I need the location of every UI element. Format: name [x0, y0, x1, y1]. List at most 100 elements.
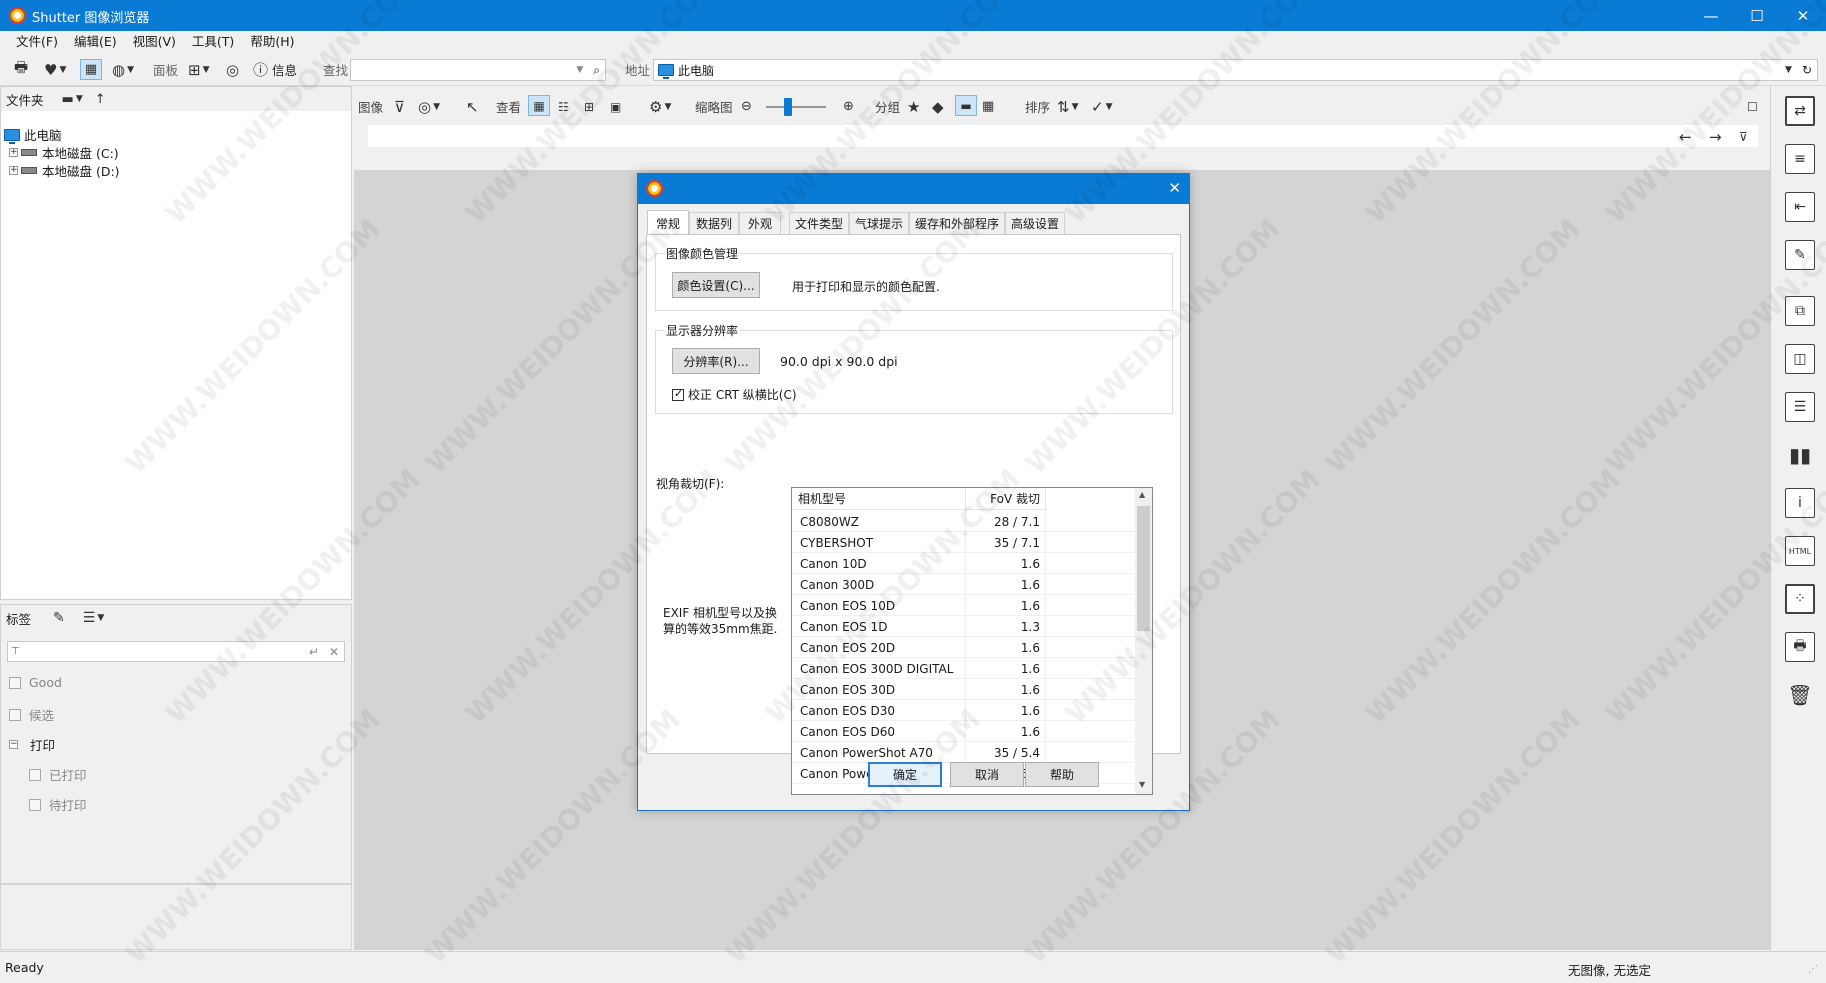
minimize-button[interactable]: — — [1688, 0, 1734, 31]
folder-icon[interactable]: ▬ — [62, 92, 74, 107]
tag-item-printed[interactable]: 已打印 — [29, 765, 87, 784]
scroll-down-icon[interactable]: ▼ — [1139, 780, 1145, 789]
thumbnail-zoom-slider[interactable] — [766, 98, 826, 116]
swap-panels-icon[interactable]: ⇄ — [1785, 96, 1815, 126]
zoom-out-button[interactable]: ⊖ — [741, 96, 752, 117]
group-by-date-button[interactable]: ▦ — [982, 96, 994, 117]
crt-checkbox[interactable] — [672, 387, 684, 401]
clear-icon[interactable]: ✕ — [329, 645, 339, 659]
check-button[interactable]: ✓ ▼ — [1091, 96, 1113, 117]
tag-checkbox[interactable] — [9, 676, 21, 689]
tab-appearance[interactable]: 外观 — [739, 212, 781, 234]
tag-checkbox[interactable] — [9, 708, 21, 721]
column-header-fov[interactable]: FoV 裁切 — [966, 488, 1046, 510]
menu-edit[interactable]: 编辑(E) — [66, 31, 125, 53]
menu-view[interactable]: 视图(V) — [125, 31, 184, 53]
printer-icon[interactable]: 🖶 — [1785, 632, 1815, 662]
tag-filter-input[interactable]: ⊤ ↵ ✕ — [7, 641, 345, 662]
refresh-icon[interactable]: ↻ — [1802, 63, 1812, 77]
address-input[interactable]: 此电脑 ▼ ↻ — [653, 59, 1818, 81]
tree-item-drive-d[interactable]: + 本地磁盘 (D:) — [9, 161, 120, 180]
chevron-down-icon[interactable]: ▼ — [97, 613, 104, 623]
globe-button[interactable]: ◍ ▼ — [112, 59, 134, 80]
import-icon[interactable]: ⇤ — [1785, 192, 1815, 222]
resolution-button[interactable]: 分辨率(R)... — [672, 348, 760, 374]
dots-icon[interactable]: ⁘ — [1785, 584, 1815, 614]
favorites-button[interactable]: ♥ ▼ — [44, 59, 66, 80]
expand-icon[interactable]: + — [9, 148, 18, 157]
menu-tools[interactable]: 工具(T) — [184, 31, 242, 53]
group-by-rating-button[interactable]: ★ — [907, 96, 920, 117]
table-row[interactable]: Canon EOS 10D 1.6 — [792, 595, 1135, 616]
adjust-icon[interactable]: ☰ — [1785, 392, 1815, 422]
settings-button[interactable]: ⚙ ▼ — [649, 96, 671, 117]
histogram-icon[interactable]: ▮▮ — [1785, 440, 1815, 470]
info-button[interactable]: ⓘ 信息 — [253, 59, 297, 80]
crt-aspect-option[interactable]: 校正 CRT 纵横比(C) — [672, 386, 797, 403]
cancel-button[interactable]: 取消 — [950, 762, 1024, 787]
view-grid-button[interactable]: ⊞ — [584, 96, 594, 117]
panel-layout-button[interactable]: ⊞ ▼ — [188, 59, 210, 80]
tab-advanced[interactable]: 高级设置 — [1005, 212, 1065, 234]
table-row[interactable]: Canon EOS 1D 1.3 — [792, 616, 1135, 637]
table-row[interactable]: Canon 300D 1.6 — [792, 574, 1135, 595]
expand-icon[interactable]: + — [9, 166, 18, 175]
ok-button[interactable]: 确定 — [868, 762, 942, 787]
clear-filter-button[interactable]: ⊽ — [1739, 126, 1748, 147]
dialog-close-button[interactable]: ✕ — [1168, 179, 1181, 197]
menu-help[interactable]: 帮助(H) — [242, 31, 302, 53]
filter-button[interactable]: ⊽ — [394, 96, 405, 117]
tab-cache-external[interactable]: 缓存和外部程序 — [909, 212, 1005, 234]
preview-button[interactable]: ◎ — [226, 59, 239, 80]
view-image-button[interactable]: ▣ — [610, 96, 621, 117]
table-row[interactable]: Canon PowerShot A70 35 / 5.4 — [792, 742, 1135, 763]
column-header-camera[interactable]: 相机型号 — [792, 488, 966, 510]
tag-item-print[interactable]: − 打印 — [9, 735, 55, 754]
table-row[interactable]: Canon EOS 30D 1.6 — [792, 679, 1135, 700]
back-button[interactable]: ← — [1679, 126, 1692, 147]
tree-item-drive-c[interactable]: + 本地磁盘 (C:) — [9, 143, 119, 162]
table-row[interactable]: C8080WZ 28 / 7.1 — [792, 511, 1135, 532]
chevron-down-icon[interactable]: ▼ — [1785, 65, 1792, 75]
menu-file[interactable]: 文件(F) — [8, 31, 66, 53]
view-thumbnails-button[interactable]: ▦ — [528, 95, 550, 116]
table-row[interactable]: Canon 10D 1.6 — [792, 553, 1135, 574]
help-button[interactable]: 帮助 — [1025, 762, 1099, 787]
group-by-tag-button[interactable]: ◆ — [932, 96, 944, 117]
close-button[interactable]: ✕ — [1780, 0, 1826, 31]
sort-order-button[interactable]: ⇅ ▼ — [1057, 96, 1079, 117]
table-row[interactable]: CYBERSHOT 35 / 7.1 — [792, 532, 1135, 553]
tag-checkbox[interactable] — [29, 798, 41, 811]
print-button[interactable]: 🖶 — [14, 58, 28, 80]
table-row[interactable]: Canon EOS D30 1.6 — [792, 700, 1135, 721]
html-icon[interactable]: HTML — [1785, 536, 1815, 566]
zoom-in-button[interactable]: ⊕ — [843, 96, 854, 117]
tab-data-columns[interactable]: 数据列 — [689, 212, 739, 234]
tab-general[interactable]: 常规 — [647, 210, 689, 235]
search-icon[interactable]: ⌕ — [593, 63, 600, 78]
forward-button[interactable]: → — [1709, 126, 1722, 147]
table-row[interactable]: Canon EOS 300D DIGITAL 1.6 — [792, 658, 1135, 679]
find-input[interactable]: ▼ ⌕ — [350, 59, 606, 81]
enter-icon[interactable]: ↵ — [309, 645, 319, 659]
tree-item-computer[interactable]: 此电脑 — [4, 125, 62, 144]
table-row[interactable]: Canon EOS 20D 1.6 — [792, 637, 1135, 658]
rating-filter-button[interactable]: ◎ ▼ — [418, 96, 440, 117]
tag-menu-icon[interactable]: ☰ — [83, 610, 96, 626]
tab-file-types[interactable]: 文件类型 — [789, 212, 849, 234]
color-settings-button[interactable]: 颜色设置(C)... — [672, 272, 760, 298]
slider-thumb[interactable] — [784, 98, 792, 116]
tab-balloon-tips[interactable]: 气球提示 — [849, 212, 909, 234]
group-by-folder-button[interactable]: ▬ — [955, 95, 977, 116]
resize-grip-icon[interactable]: ⋰ — [1808, 964, 1822, 978]
scroll-up-icon[interactable]: ▲ — [1139, 490, 1145, 499]
slideshow-icon[interactable]: ⧉ — [1785, 296, 1815, 326]
tag-checkbox[interactable] — [29, 768, 41, 781]
tag-item-good[interactable]: Good — [9, 675, 62, 690]
collapse-icon[interactable]: − — [9, 740, 18, 749]
compare-icon[interactable]: ◫ — [1785, 344, 1815, 374]
chevron-down-icon[interactable]: ▼ — [76, 94, 83, 104]
info-icon[interactable]: i — [1785, 488, 1815, 518]
maximize-button[interactable]: ☐ — [1734, 0, 1780, 31]
thumbnail-layout-button[interactable]: ▦ — [80, 59, 102, 80]
